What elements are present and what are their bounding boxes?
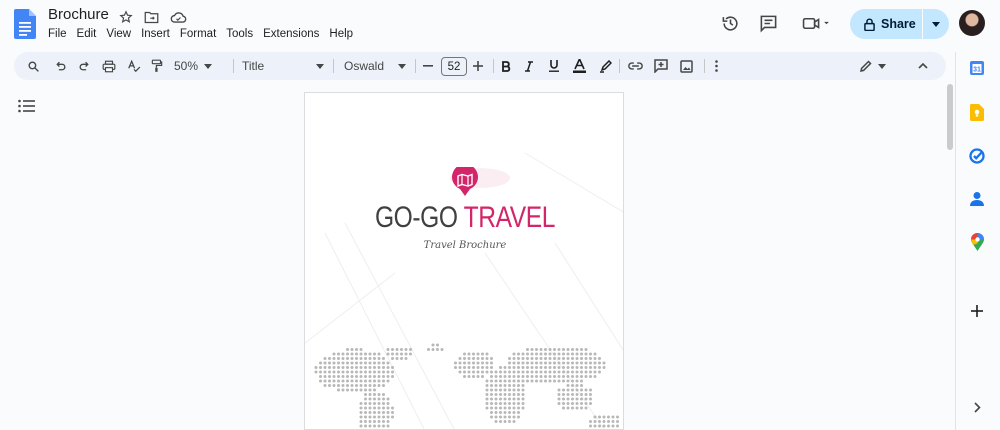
contacts-icon[interactable] <box>962 188 992 210</box>
get-add-ons-icon[interactable] <box>962 300 992 322</box>
menu-extensions[interactable]: Extensions <box>263 28 319 40</box>
docs-logo-icon[interactable] <box>14 9 36 39</box>
increase-font-size-icon[interactable] <box>471 52 485 80</box>
vertical-scrollbar[interactable] <box>947 84 953 150</box>
calendar-icon[interactable]: 31 <box>962 57 992 79</box>
menu-view[interactable]: View <box>106 28 131 40</box>
version-history-icon[interactable] <box>719 12 741 34</box>
move-folder-icon[interactable] <box>143 9 159 25</box>
comments-icon[interactable] <box>757 12 779 34</box>
insert-link-icon[interactable] <box>625 52 645 80</box>
menu-tools[interactable]: Tools <box>226 28 253 40</box>
document-subtitle[interactable]: Travel Brochure <box>305 240 623 251</box>
hide-menus-icon[interactable] <box>914 52 932 80</box>
heading-part-1: GO-GO <box>374 201 464 234</box>
keep-icon[interactable] <box>962 101 992 123</box>
search-menus-icon[interactable] <box>23 52 43 80</box>
menu-file[interactable]: File <box>48 28 67 40</box>
insert-image-icon[interactable] <box>676 52 696 80</box>
pencil-icon <box>860 60 872 72</box>
print-icon[interactable] <box>99 52 119 80</box>
star-icon[interactable] <box>118 9 134 25</box>
font-value: Oswald <box>344 59 385 73</box>
side-panel-divider <box>955 52 956 430</box>
chevron-down-icon <box>204 63 213 69</box>
toolbar: 50% Title Oswald 52 <box>14 52 946 80</box>
share-label: Share <box>881 17 916 31</box>
font-size-input[interactable]: 52 <box>441 57 467 76</box>
redo-icon[interactable] <box>74 52 94 80</box>
highlight-color-icon[interactable] <box>596 52 614 80</box>
font-select[interactable]: Oswald <box>344 52 408 80</box>
menu-edit[interactable]: Edit <box>77 28 97 40</box>
more-options-icon[interactable] <box>708 52 724 80</box>
menu-bar: File Edit View Insert Format Tools Exten… <box>48 28 363 40</box>
menu-format[interactable]: Format <box>180 28 216 40</box>
show-side-panel-icon[interactable] <box>962 396 992 418</box>
add-comment-icon[interactable] <box>651 52 671 80</box>
style-value: Title <box>242 59 265 73</box>
menu-insert[interactable]: Insert <box>141 28 170 40</box>
document-heading[interactable]: GO-GO TRAVEL <box>334 201 596 235</box>
share-dropdown-icon[interactable] <box>923 21 949 27</box>
world-map-illustration <box>314 343 619 428</box>
docs-window: Brochure File Edit View Insert Format To… <box>0 0 1000 430</box>
map-pin-icon <box>452 167 478 196</box>
editing-mode-select[interactable] <box>856 52 890 80</box>
paint-format-icon[interactable] <box>147 52 167 80</box>
chevron-down-icon <box>316 63 324 69</box>
svg-text:31: 31 <box>973 67 981 74</box>
document-page[interactable]: GO-GO TRAVEL Travel Brochure <box>304 92 624 430</box>
text-color-icon[interactable] <box>570 52 588 80</box>
meet-icon[interactable] <box>799 12 835 34</box>
decrease-font-size-icon[interactable] <box>421 52 435 80</box>
style-select[interactable]: Title <box>242 52 326 80</box>
zoom-value: 50% <box>174 59 199 73</box>
tasks-icon[interactable] <box>962 145 992 167</box>
bold-icon[interactable] <box>498 52 514 80</box>
chevron-down-icon <box>398 63 406 69</box>
menu-help[interactable]: Help <box>329 28 353 40</box>
spelling-grammar-icon[interactable] <box>124 52 144 80</box>
chevron-down-icon <box>878 63 886 69</box>
underline-icon[interactable] <box>546 52 562 80</box>
undo-icon[interactable] <box>50 52 70 80</box>
document-outline-icon[interactable] <box>18 99 36 115</box>
avatar[interactable] <box>959 10 985 36</box>
share-button[interactable]: Share <box>850 9 949 39</box>
heading-part-2: TRAVEL <box>463 201 556 234</box>
maps-icon[interactable] <box>962 231 992 253</box>
zoom-select[interactable]: 50% <box>174 52 224 80</box>
cloud-saved-icon[interactable] <box>168 9 188 25</box>
lock-icon <box>864 18 875 31</box>
document-title[interactable]: Brochure <box>48 6 109 23</box>
italic-icon[interactable] <box>521 52 537 80</box>
